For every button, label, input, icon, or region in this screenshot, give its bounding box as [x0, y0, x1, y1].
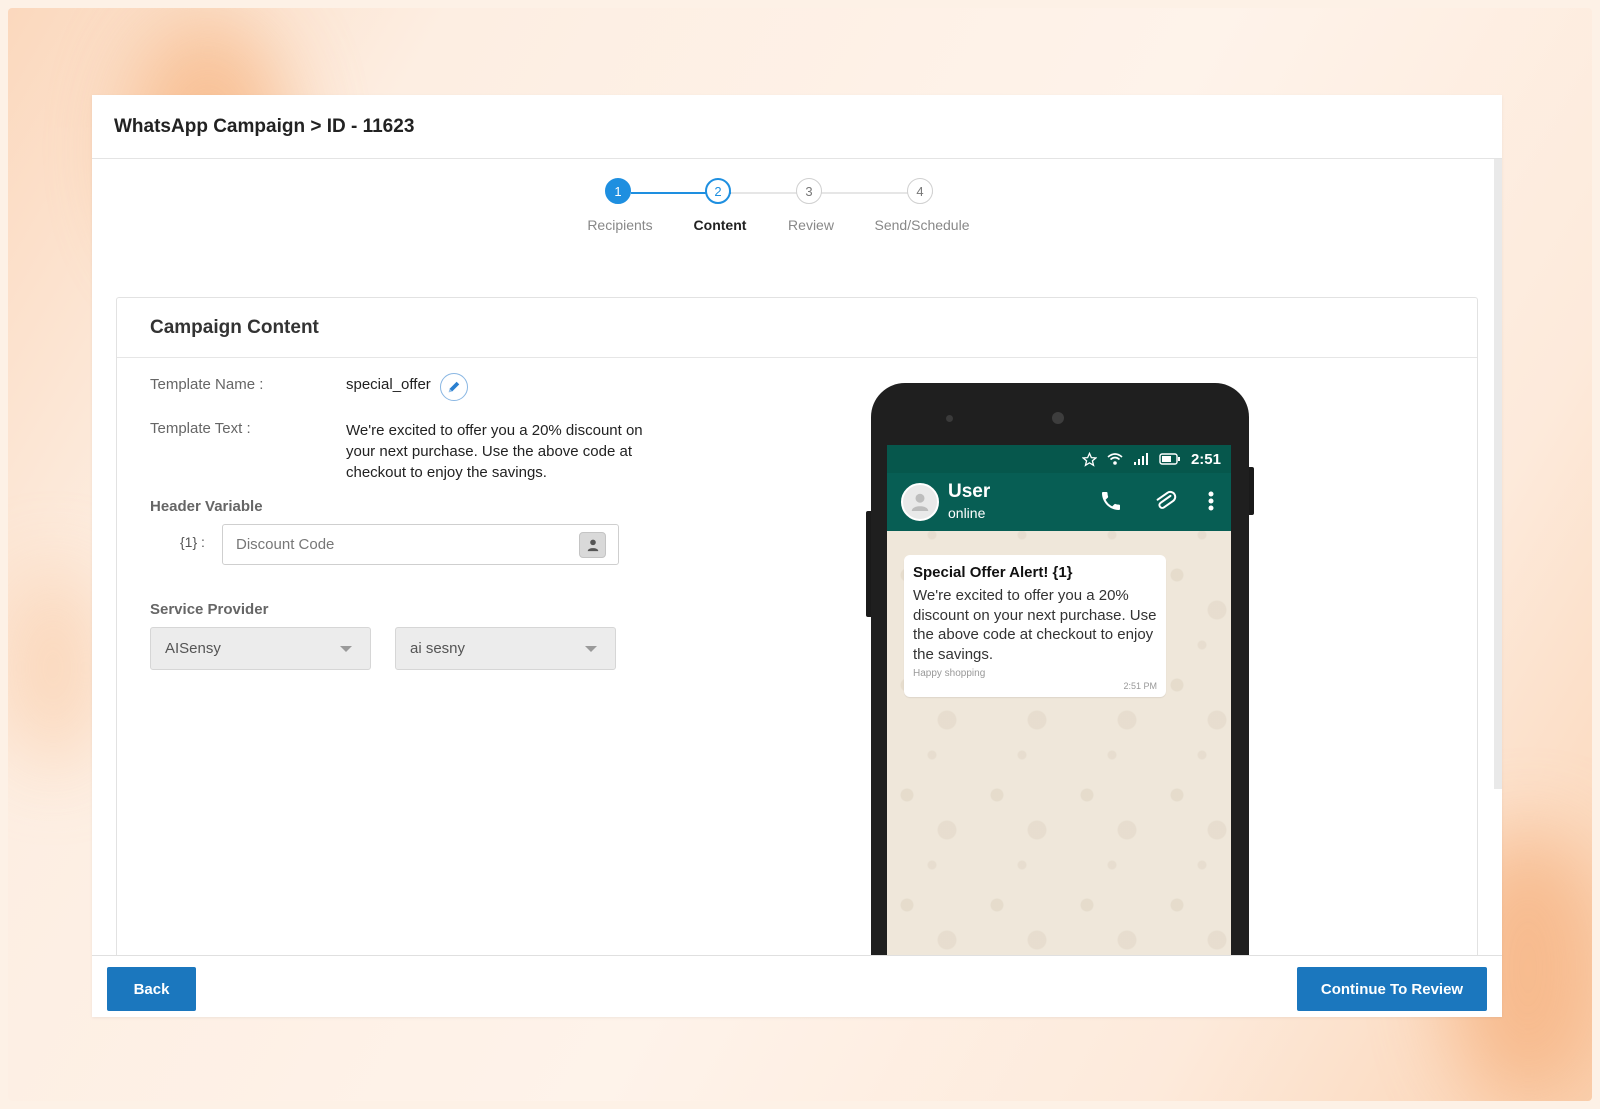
step-send-schedule-dot[interactable]: 4 [907, 178, 933, 204]
service-provider-label: Service Provider [150, 601, 269, 618]
provider-select[interactable]: AISensy [150, 627, 371, 670]
step-review-dot[interactable]: 3 [796, 178, 822, 204]
phone-screen: 2:51 User online Special Offer Alert! {1… [887, 445, 1231, 963]
chevron-down-icon [585, 646, 597, 652]
account-select[interactable]: ai sesny [395, 627, 616, 670]
step-send-schedule-label[interactable]: Send/Schedule [875, 217, 970, 233]
bottom-action-bar: Back Continue To Review [92, 955, 1502, 1017]
provider-select-value: AISensy [165, 640, 221, 657]
user-avatar-icon [911, 493, 929, 511]
message-bubble: Special Offer Alert! {1} We're excited t… [904, 555, 1166, 697]
phone-camera [1052, 412, 1064, 424]
chat-user-name: User [948, 481, 991, 502]
edit-template-button[interactable] [440, 373, 468, 401]
step-recipients-dot[interactable]: 1 [605, 178, 631, 204]
step-recipients-label[interactable]: Recipients [587, 217, 652, 233]
header-variable-label: Header Variable [150, 498, 263, 515]
template-name-value: special_offer [346, 376, 431, 393]
account-select-value: ai sesny [410, 640, 466, 657]
discount-code-input[interactable] [222, 524, 619, 565]
card-title: Campaign Content [150, 316, 319, 338]
step-content-label[interactable]: Content [694, 217, 747, 233]
page-title: WhatsApp Campaign > ID - 11623 [114, 115, 415, 137]
star-icon [1081, 451, 1097, 467]
chat-header: User online [887, 473, 1231, 531]
chat-user-status: online [948, 505, 986, 521]
edit-icon [448, 381, 460, 393]
card-header: Campaign Content [117, 298, 1477, 358]
template-name-row: Template Name : special_offer [150, 373, 670, 404]
step-review-label[interactable]: Review [788, 217, 834, 233]
user-avatar [901, 483, 939, 521]
phone-clock: 2:51 [1190, 450, 1221, 468]
phone-sensor [946, 415, 953, 422]
signal-icon [1133, 453, 1148, 465]
message-header: Special Offer Alert! {1} [913, 564, 1073, 581]
contact-icon [587, 539, 598, 552]
phone-preview: 2:51 User online Special Offer Alert! {1… [866, 383, 1254, 963]
message-body: We're excited to offer you a 20% discoun… [913, 587, 1157, 663]
template-text-value: We're excited to offer you a 20% discoun… [346, 422, 643, 481]
contact-picker-button[interactable] [579, 532, 606, 558]
campaign-content-card: Campaign Content Template Name : special… [116, 297, 1478, 1017]
battery-icon [1159, 453, 1180, 465]
attach-icon[interactable] [1153, 489, 1177, 513]
template-name-label: Template Name : [150, 376, 264, 393]
wifi-icon [1107, 453, 1123, 465]
phone-call-icon[interactable] [1099, 489, 1123, 513]
message-time: 2:51 PM [1123, 681, 1157, 691]
chevron-down-icon [340, 646, 352, 652]
step-content-dot[interactable]: 2 [705, 178, 731, 204]
template-text-label: Template Text : [150, 420, 251, 437]
phone-status-bar: 2:51 [887, 445, 1231, 473]
back-button[interactable]: Back [107, 967, 196, 1011]
more-vertical-icon[interactable] [1207, 489, 1215, 513]
continue-to-review-button[interactable]: Continue To Review [1297, 967, 1487, 1011]
campaign-window: WhatsApp Campaign > ID - 11623 1 2 3 4 R… [92, 95, 1502, 1017]
scrollbar[interactable] [1494, 159, 1502, 789]
message-footer: Happy shopping [913, 668, 986, 679]
top-bar: WhatsApp Campaign > ID - 11623 [92, 95, 1502, 159]
variable-key-label: {1} : [180, 534, 205, 550]
